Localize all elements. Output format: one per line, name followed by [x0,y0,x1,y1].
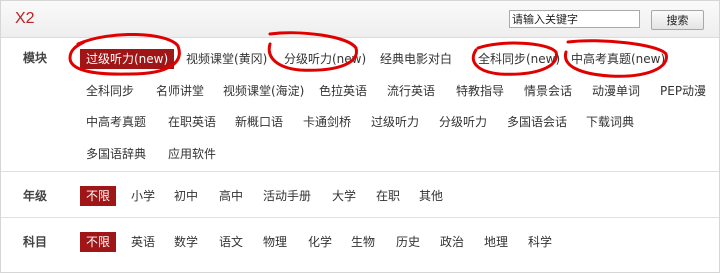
module-item[interactable]: 分级听力 [433,112,493,132]
module-item[interactable]: 视频课堂(黄冈) [180,49,273,69]
module-item[interactable]: 多国语辞典 [80,144,152,164]
grade-item[interactable]: 不限 [80,186,117,206]
module-item[interactable]: 多国语会话 [501,112,573,132]
module-label: 模块 [23,51,48,65]
module-item[interactable]: 动漫单词 [586,81,646,101]
grade-item[interactable]: 高中 [213,186,249,206]
subject-item[interactable]: 英语 [125,232,161,252]
subject-item[interactable]: 不限 [80,232,117,252]
module-item[interactable]: 下载词典 [580,112,640,132]
subject-item[interactable]: 历史 [390,232,426,252]
module-row: 模块 过级听力(new) 视频课堂(黄冈) 分级听力(new) 经典电影对白 全… [1,38,719,172]
grade-label: 年级 [23,189,48,203]
module-item[interactable]: 过级听力 [365,112,425,132]
module-item[interactable]: 过级听力(new) [80,49,175,69]
subject-item[interactable]: 化学 [302,232,338,252]
subject-item[interactable]: 数学 [168,232,204,252]
grade-item[interactable]: 其他 [413,186,449,206]
grade-item[interactable]: 大学 [326,186,362,206]
module-item[interactable]: 卡通剑桥 [297,112,357,132]
module-item[interactable]: 中高考真题 [80,112,152,132]
module-item[interactable]: 应用软件 [162,144,222,164]
module-item[interactable]: 在职英语 [162,112,222,132]
module-item[interactable]: 流行英语 [381,81,441,101]
module-item[interactable]: 色拉英语 [313,81,373,101]
subject-item[interactable]: 生物 [345,232,381,252]
search-button[interactable]: 搜索 [651,10,704,30]
subject-label: 科目 [23,235,48,249]
module-item[interactable]: 经典电影对白 [374,49,458,69]
subject-item[interactable]: 政治 [434,232,470,252]
grade-item[interactable]: 小学 [125,186,161,206]
module-item[interactable]: 特教指导 [450,81,510,101]
module-item[interactable]: 新概口语 [229,112,289,132]
module-item[interactable]: 分级听力(new) [278,49,372,69]
subject-item[interactable]: 物理 [257,232,293,252]
grade-item[interactable]: 初中 [168,186,204,206]
subject-row: 科目 不限 英语 数学 语文 物理 化学 生物 历史 政治 地理 科学 [1,218,719,272]
top-bar: X2 搜索 [1,1,719,38]
grade-item[interactable]: 活动手册 [257,186,317,206]
search-input[interactable] [509,10,640,28]
module-item[interactable]: 视频课堂(海淀) [217,81,310,101]
brand-title: X2 [15,10,35,27]
module-item[interactable]: 全科同步 [80,81,140,101]
module-item[interactable]: 全科同步(new) [472,49,566,69]
subject-item[interactable]: 语文 [213,232,249,252]
module-item[interactable]: 中高考真题(new) [565,49,671,69]
subject-item[interactable]: 地理 [478,232,514,252]
grade-row: 年级 不限 小学 初中 高中 活动手册 大学 在职 其他 [1,172,719,218]
module-item[interactable]: 名师讲堂 [150,81,210,101]
module-item[interactable]: 情景会话 [518,81,578,101]
module-item[interactable]: PEP动漫 [654,81,712,101]
filter-panel: X2 搜索 模块 过级听力(new) 视频课堂(黄冈) 分级听力(new) 经典… [0,0,720,273]
grade-item[interactable]: 在职 [370,186,406,206]
subject-item[interactable]: 科学 [522,232,558,252]
